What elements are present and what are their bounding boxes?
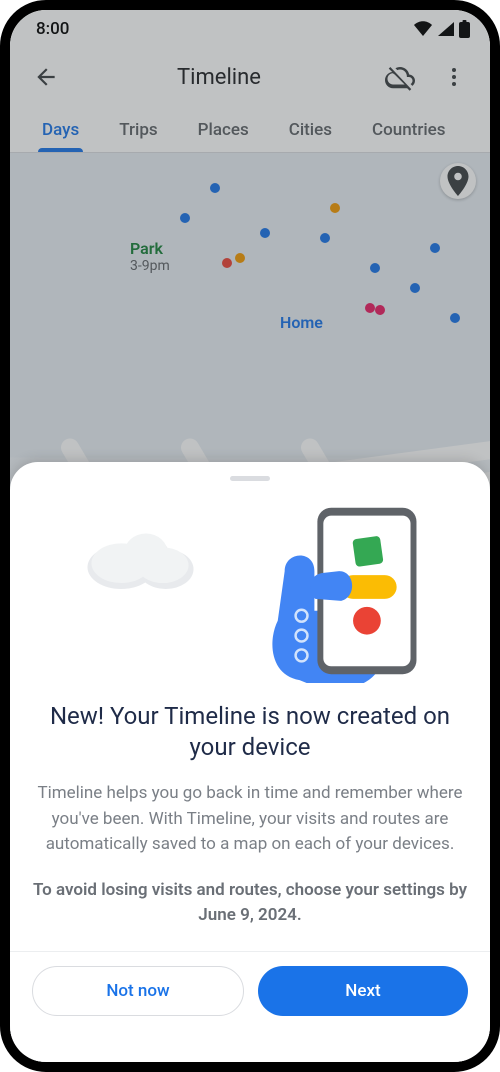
tab-days[interactable]: Days (22, 106, 99, 152)
cloud-off-button[interactable] (380, 57, 420, 97)
map-point (330, 203, 340, 213)
more-vert-icon (442, 65, 466, 89)
sheet-deadline: To avoid losing visits and routes, choos… (32, 878, 468, 929)
sheet-illustration (32, 493, 468, 683)
map-point (222, 258, 232, 268)
pin-icon (440, 163, 476, 199)
device-frame: 8:00 Timeline Days Trips Places (0, 0, 500, 1072)
map-point (410, 283, 420, 293)
map-point (235, 253, 245, 263)
bottom-sheet: New! Your Timeline is now created on you… (10, 462, 490, 1062)
map-point (430, 243, 440, 253)
tab-label: Trips (119, 120, 157, 140)
tab-countries[interactable]: Countries (352, 106, 466, 152)
map-point (180, 213, 190, 223)
overflow-button[interactable] (434, 57, 474, 97)
drag-handle[interactable] (230, 476, 270, 481)
tab-label: Cities (289, 120, 332, 140)
wifi-icon (413, 21, 433, 37)
sheet-body: Timeline helps you go back in time and r… (32, 781, 468, 858)
status-time: 8:00 (36, 19, 69, 39)
app-bar: Timeline (10, 48, 490, 106)
map-point (370, 263, 380, 273)
tabs: Days Trips Places Cities Countries (10, 106, 490, 153)
not-now-button[interactable]: Not now (32, 966, 244, 1016)
sheet-actions: Not now Next (32, 966, 468, 1016)
tab-places[interactable]: Places (178, 106, 269, 152)
map-point (210, 183, 220, 193)
tab-label: Places (198, 120, 249, 140)
map-point (320, 233, 330, 243)
arrow-back-icon (33, 64, 59, 90)
tab-trips[interactable]: Trips (99, 106, 177, 152)
tab-label: Days (42, 120, 79, 140)
divider (10, 951, 490, 952)
map-point (375, 305, 385, 315)
sheet-title: New! Your Timeline is now created on you… (38, 701, 462, 763)
tab-cities[interactable]: Cities (269, 106, 352, 152)
screen: 8:00 Timeline Days Trips Places (10, 10, 490, 1062)
back-button[interactable] (26, 57, 66, 97)
location-pin-button[interactable] (440, 163, 476, 199)
battery-icon (459, 20, 470, 38)
cell-signal-icon (437, 21, 455, 37)
next-button[interactable]: Next (258, 966, 468, 1016)
place-time: 3-9pm (130, 258, 170, 274)
status-bar: 8:00 (10, 10, 490, 48)
map-label-home: Home (280, 313, 323, 332)
cloud-off-icon (385, 62, 415, 92)
tab-label: Countries (372, 120, 446, 140)
button-label: Not now (106, 981, 169, 1001)
map-point (365, 303, 375, 313)
map-label-park: Park 3-9pm (130, 239, 170, 274)
status-icons (413, 20, 470, 38)
place-name: Park (130, 239, 163, 258)
page-title: Timeline (72, 65, 366, 90)
button-label: Next (345, 981, 380, 1001)
map-point (450, 313, 460, 323)
map-point (260, 228, 270, 238)
